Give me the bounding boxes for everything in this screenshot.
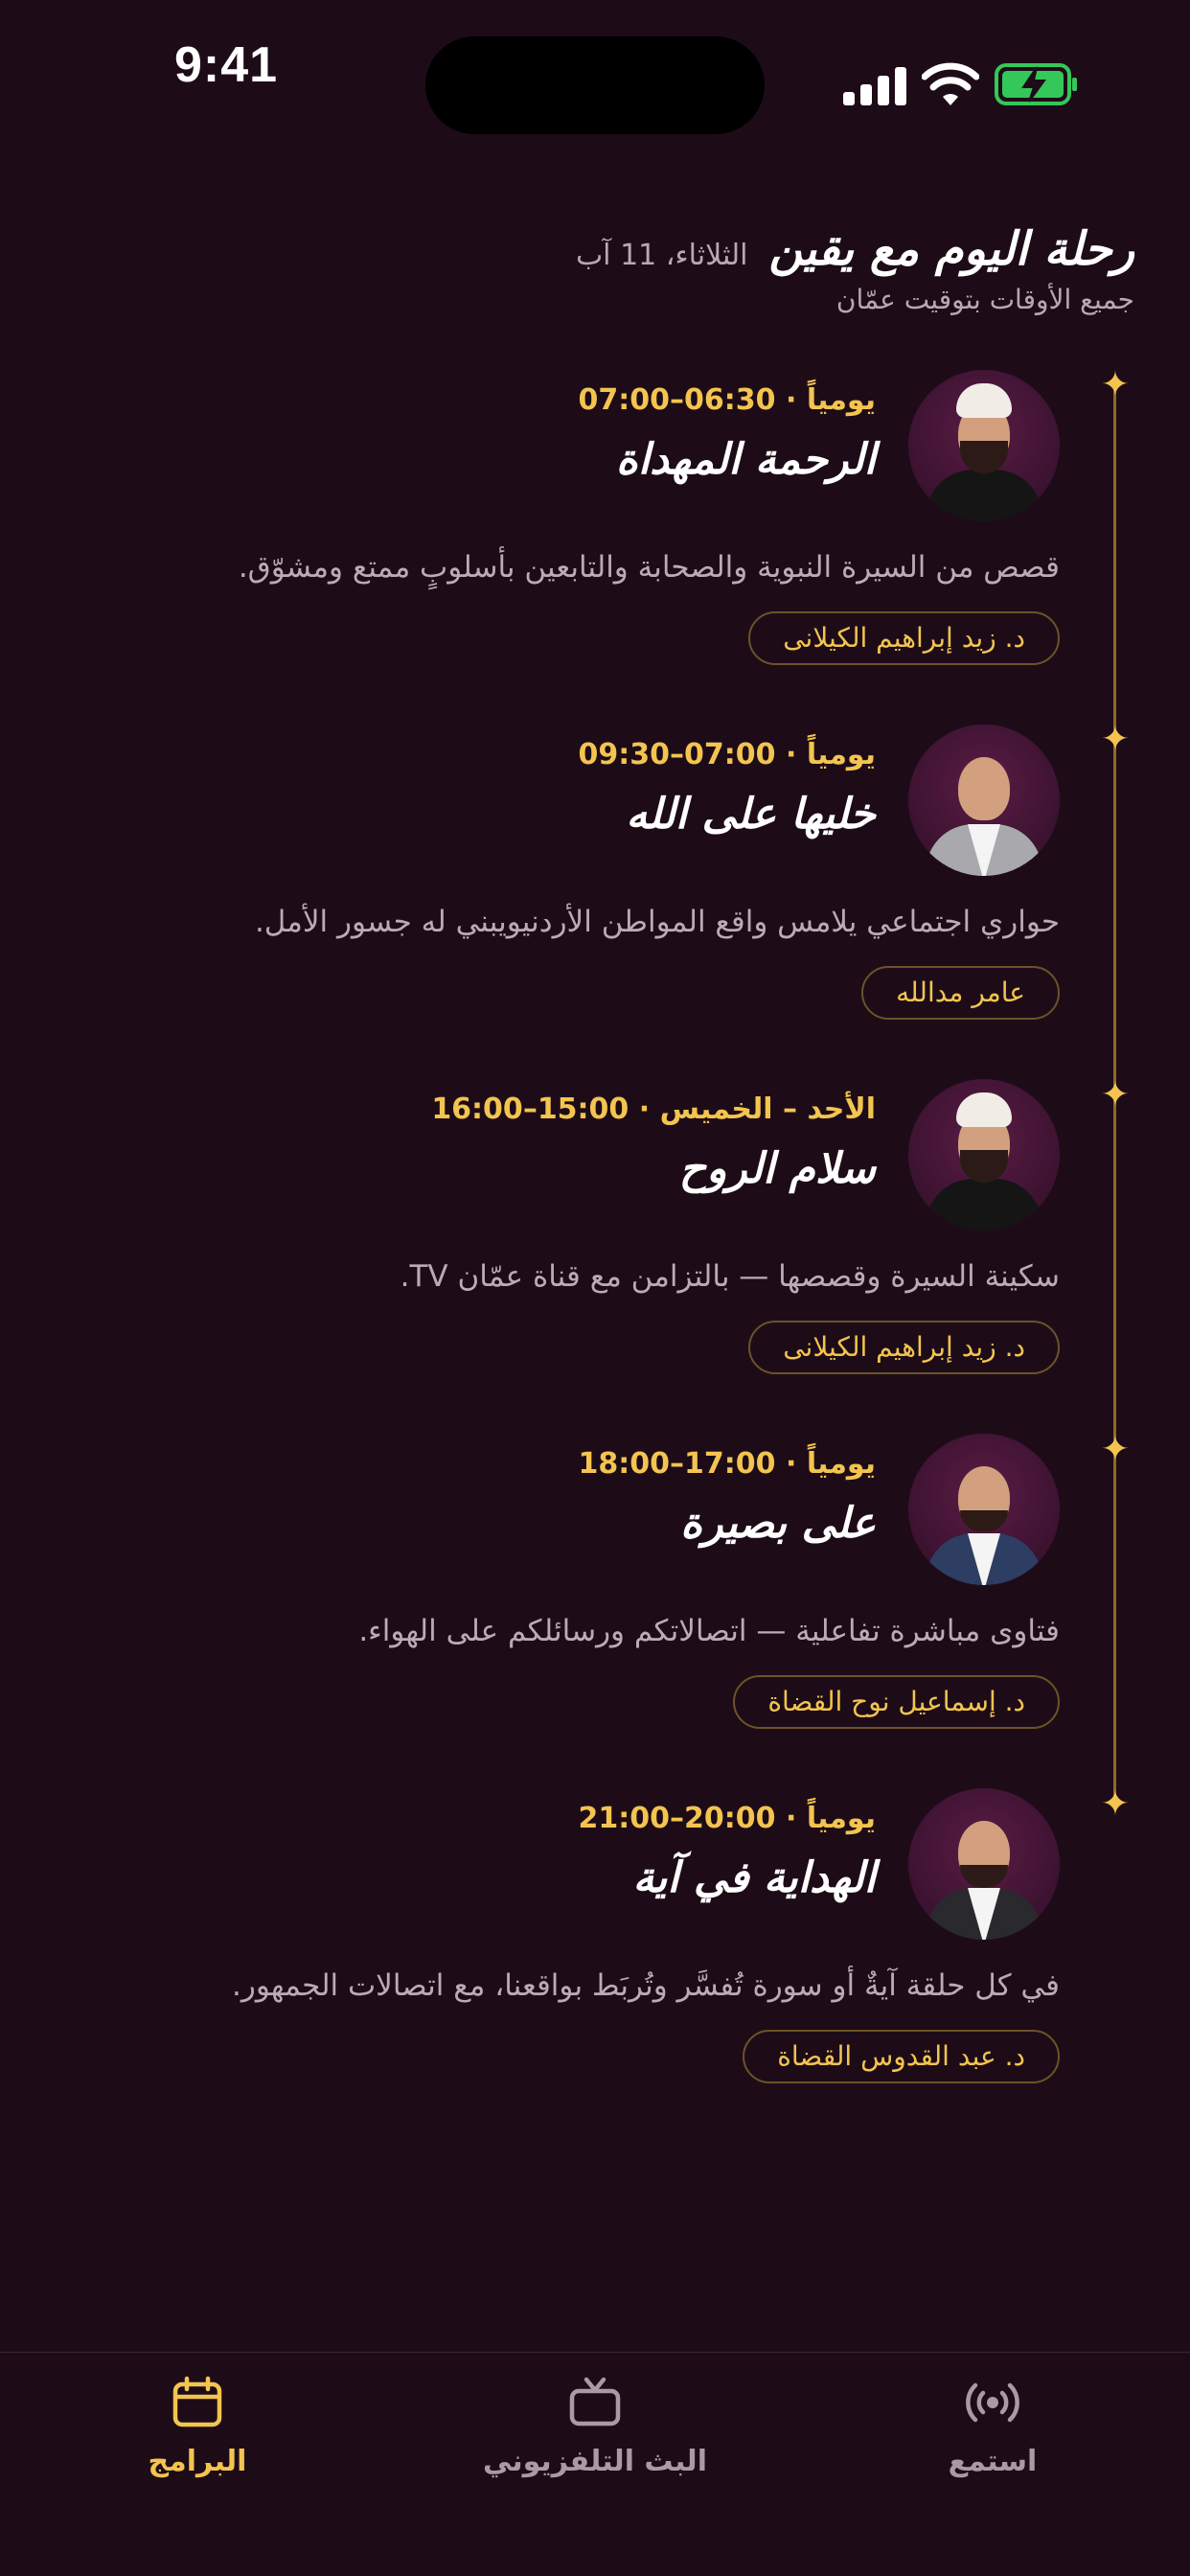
program-description: قصص من السيرة النبوية والصحابة والتابعين… bbox=[238, 550, 1060, 585]
host-photo-icon bbox=[908, 1788, 1060, 1940]
timeline-star-icon: ✦ bbox=[1100, 1430, 1131, 1469]
broadcast-icon bbox=[966, 2382, 1019, 2423]
program-schedule: يومياً · 06:30–07:00 bbox=[578, 383, 876, 417]
host-chip[interactable]: د. إسماعيل نوح القضاة bbox=[733, 1675, 1060, 1729]
program-title: الرحمة المهداة bbox=[615, 435, 876, 484]
tv-icon bbox=[569, 2377, 621, 2426]
timezone-note: جميع الأوقات بتوقيت عمّان bbox=[835, 284, 1134, 315]
host-photo-icon bbox=[908, 370, 1060, 521]
host-photo-icon bbox=[908, 1079, 1060, 1230]
program-schedule: يومياً · 17:00–18:00 bbox=[578, 1447, 876, 1481]
program-card[interactable]: يومياً · 07:00–09:30 خليها على الله حوار… bbox=[102, 724, 1060, 1050]
home-indicator bbox=[466, 2542, 724, 2551]
program-schedule: يومياً · 07:00–09:30 bbox=[578, 738, 876, 771]
wifi-icon bbox=[922, 62, 979, 105]
host-chip[interactable]: عامر مدالله bbox=[861, 966, 1060, 1020]
program-title: الهداية في آية bbox=[632, 1853, 876, 1902]
host-chip[interactable]: د. عبد القدوس القضاة bbox=[743, 2030, 1060, 2083]
status-bar: 9:41 bbox=[0, 0, 1190, 144]
program-description: في كل حلقة آيةٌ أو سورة تُفسَّر وتُربَط … bbox=[232, 1968, 1060, 2003]
program-description: حواري اجتماعي يلامس واقع المواطن الأردني… bbox=[254, 905, 1060, 939]
timeline-star-icon: ✦ bbox=[1100, 1075, 1131, 1115]
tab-label: البث التلفزيوني bbox=[483, 2445, 707, 2478]
host-photo-icon bbox=[908, 1434, 1060, 1585]
program-title: سلام الروح bbox=[678, 1144, 876, 1193]
program-card[interactable]: يومياً · 06:30–07:00 الرحمة المهداة قصص … bbox=[102, 370, 1060, 696]
host-chip[interactable]: د. زيد إبراهيم الكيلانى bbox=[748, 611, 1060, 665]
header-date: الثلاثاء، 11 آب bbox=[575, 239, 748, 272]
tab-label: استمع bbox=[948, 2445, 1038, 2478]
tab-tv-broadcast[interactable]: البث التلفزيوني bbox=[461, 2376, 729, 2500]
battery-charging-icon bbox=[995, 63, 1077, 105]
host-photo-icon bbox=[908, 724, 1060, 876]
program-description: فتاوى مباشرة تفاعلية — اتصالاتكم ورسائلك… bbox=[358, 1614, 1060, 1648]
page-title: رحلة اليوم مع يقين bbox=[768, 222, 1135, 276]
calendar-icon bbox=[172, 2376, 222, 2427]
tab-label: البرامج bbox=[148, 2445, 247, 2478]
timeline-star-icon: ✦ bbox=[1100, 365, 1131, 404]
cellular-signal-icon bbox=[843, 65, 906, 105]
tab-listen[interactable]: استمع bbox=[858, 2376, 1127, 2500]
tab-programs[interactable]: البرامج bbox=[63, 2376, 332, 2500]
program-card[interactable]: يومياً · 17:00–18:00 على بصيرة فتاوى مبا… bbox=[102, 1434, 1060, 1760]
program-title: على بصيرة bbox=[680, 1499, 876, 1548]
program-description: سكينة السيرة وقصصها — بالتزامن مع قناة ع… bbox=[400, 1259, 1060, 1294]
timeline-star-icon: ✦ bbox=[1100, 1784, 1131, 1824]
page-header: رحلة اليوم مع يقين الثلاثاء، 11 آب جميع … bbox=[80, 222, 1134, 337]
host-chip[interactable]: د. زيد إبراهيم الكيلانى bbox=[748, 1321, 1060, 1374]
program-card[interactable]: يومياً · 20:00–21:00 الهداية في آية في ك… bbox=[102, 1788, 1060, 2114]
program-title: خليها على الله bbox=[626, 790, 876, 839]
timeline-star-icon: ✦ bbox=[1100, 720, 1131, 759]
program-card[interactable]: الأحد – الخميس · 15:00–16:00 سلام الروح … bbox=[102, 1079, 1060, 1405]
dynamic-island bbox=[425, 36, 765, 134]
program-schedule: يومياً · 20:00–21:00 bbox=[578, 1802, 876, 1835]
status-time: 9:41 bbox=[174, 37, 279, 93]
program-schedule: الأحد – الخميس · 15:00–16:00 bbox=[431, 1092, 876, 1126]
